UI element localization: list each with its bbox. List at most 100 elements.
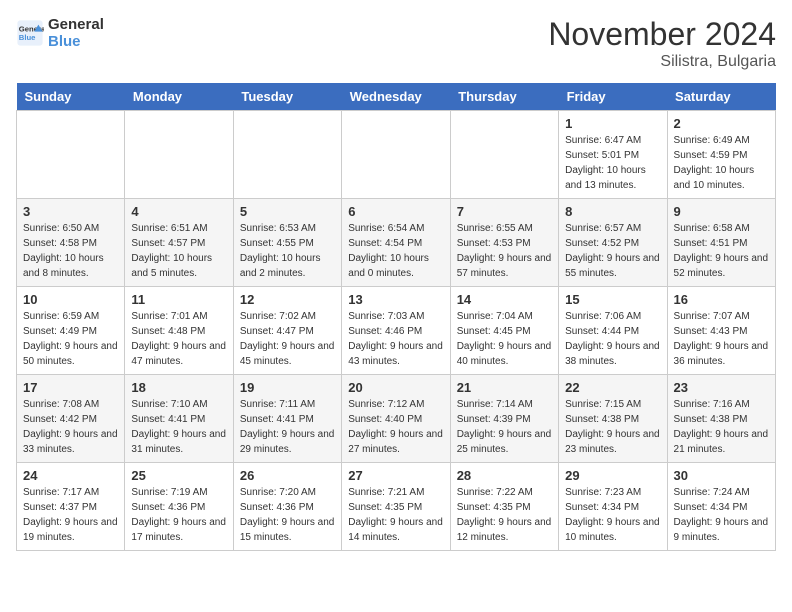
day-info: Sunrise: 6:50 AMSunset: 4:58 PMDaylight:… (23, 221, 118, 281)
day-info: Sunrise: 6:59 AMSunset: 4:49 PMDaylight:… (23, 309, 118, 369)
day-info: Sunrise: 7:22 AMSunset: 4:35 PMDaylight:… (457, 485, 552, 545)
day-number: 6 (348, 204, 443, 219)
day-info: Sunrise: 7:19 AMSunset: 4:36 PMDaylight:… (131, 485, 226, 545)
logo-text-general: General (48, 16, 104, 33)
calendar-week-2: 3Sunrise: 6:50 AMSunset: 4:58 PMDaylight… (17, 199, 776, 287)
calendar-cell: 18Sunrise: 7:10 AMSunset: 4:41 PMDayligh… (125, 375, 233, 463)
day-number: 15 (565, 292, 660, 307)
calendar-cell (342, 111, 450, 199)
day-number: 10 (23, 292, 118, 307)
day-info: Sunrise: 6:55 AMSunset: 4:53 PMDaylight:… (457, 221, 552, 281)
location-subtitle: Silistra, Bulgaria (548, 53, 776, 71)
weekday-header-monday: Monday (125, 83, 233, 111)
calendar-cell (233, 111, 341, 199)
calendar-cell: 23 Sunrise: 7:16 AMSunset: 4:38 PMDayligh… (667, 375, 775, 463)
calendar-cell: 15 Sunrise: 7:06 AMSunset: 4:44 PMDayligh… (559, 287, 667, 375)
calendar-table: SundayMondayTuesdayWednesdayThursdayFrid… (16, 83, 776, 551)
day-info: Sunrise: 7:04 AMSunset: 4:45 PMDaylight:… (457, 309, 552, 369)
calendar-cell: 17 Sunrise: 7:08 AMSunset: 4:42 PMDayligh… (17, 375, 125, 463)
calendar-cell: 20 Sunrise: 7:12 AMSunset: 4:40 PMDayligh… (342, 375, 450, 463)
calendar-cell: 5 Sunrise: 6:53 AMSunset: 4:55 PMDaylight… (233, 199, 341, 287)
calendar-cell: 8Sunrise: 6:57 AMSunset: 4:52 PMDaylight… (559, 199, 667, 287)
day-number: 1 (565, 116, 660, 131)
day-info: Sunrise: 7:17 AMSunset: 4:37 PMDaylight:… (23, 485, 118, 545)
calendar-cell: 19 Sunrise: 7:11 AMSunset: 4:41 PMDayligh… (233, 375, 341, 463)
day-number: 21 (457, 380, 552, 395)
day-info: Sunrise: 7:06 AMSunset: 4:44 PMDaylight:… (565, 309, 660, 369)
calendar-cell: 10 Sunrise: 6:59 AMSunset: 4:49 PMDayligh… (17, 287, 125, 375)
calendar-week-3: 10 Sunrise: 6:59 AMSunset: 4:49 PMDayligh… (17, 287, 776, 375)
calendar-cell: 30Sunrise: 7:24 AMSunset: 4:34 PMDayligh… (667, 463, 775, 551)
day-info: Sunrise: 7:08 AMSunset: 4:42 PMDaylight:… (23, 397, 118, 457)
day-info: Sunrise: 7:11 AMSunset: 4:41 PMDaylight:… (240, 397, 335, 457)
day-number: 16 (674, 292, 769, 307)
calendar-cell: 9Sunrise: 6:58 AMSunset: 4:51 PMDaylight… (667, 199, 775, 287)
calendar-week-5: 24 Sunrise: 7:17 AMSunset: 4:37 PMDayligh… (17, 463, 776, 551)
day-number: 17 (23, 380, 118, 395)
calendar-cell: 25 Sunrise: 7:19 AMSunset: 4:36 PMDayligh… (125, 463, 233, 551)
month-title: November 2024 (548, 16, 776, 53)
day-number: 7 (457, 204, 552, 219)
day-number: 27 (348, 468, 443, 483)
day-number: 29 (565, 468, 660, 483)
calendar-cell: 3Sunrise: 6:50 AMSunset: 4:58 PMDaylight… (17, 199, 125, 287)
logo-text-blue: Blue (48, 33, 104, 50)
day-info: Sunrise: 7:24 AMSunset: 4:34 PMDaylight:… (674, 485, 769, 545)
day-number: 24 (23, 468, 118, 483)
calendar-cell: 14 Sunrise: 7:04 AMSunset: 4:45 PMDayligh… (450, 287, 558, 375)
day-info: Sunrise: 6:54 AMSunset: 4:54 PMDaylight:… (348, 221, 443, 281)
day-number: 13 (348, 292, 443, 307)
calendar-cell: 7 Sunrise: 6:55 AMSunset: 4:53 PMDaylight… (450, 199, 558, 287)
day-number: 4 (131, 204, 226, 219)
day-info: Sunrise: 7:14 AMSunset: 4:39 PMDaylight:… (457, 397, 552, 457)
day-info: Sunrise: 7:23 AMSunset: 4:34 PMDaylight:… (565, 485, 660, 545)
day-number: 12 (240, 292, 335, 307)
page-header: General Blue General Blue November 2024 … (16, 16, 776, 71)
day-number: 8 (565, 204, 660, 219)
day-info: Sunrise: 7:01 AMSunset: 4:48 PMDaylight:… (131, 309, 226, 369)
calendar-cell: 28Sunrise: 7:22 AMSunset: 4:35 PMDayligh… (450, 463, 558, 551)
svg-text:Blue: Blue (19, 33, 36, 42)
weekday-header-tuesday: Tuesday (233, 83, 341, 111)
calendar-cell: 16 Sunrise: 7:07 AMSunset: 4:43 PMDayligh… (667, 287, 775, 375)
day-number: 26 (240, 468, 335, 483)
calendar-cell: 1 Sunrise: 6:47 AMSunset: 5:01 PMDaylight… (559, 111, 667, 199)
calendar-cell: 27 Sunrise: 7:21 AMSunset: 4:35 PMDayligh… (342, 463, 450, 551)
day-info: Sunrise: 6:51 AMSunset: 4:57 PMDaylight:… (131, 221, 226, 281)
calendar-cell (125, 111, 233, 199)
day-number: 25 (131, 468, 226, 483)
day-info: Sunrise: 6:53 AMSunset: 4:55 PMDaylight:… (240, 221, 335, 281)
title-block: November 2024 Silistra, Bulgaria (548, 16, 776, 71)
calendar-cell: 2Sunrise: 6:49 AMSunset: 4:59 PMDaylight… (667, 111, 775, 199)
day-info: Sunrise: 7:21 AMSunset: 4:35 PMDaylight:… (348, 485, 443, 545)
calendar-cell (17, 111, 125, 199)
weekday-header-thursday: Thursday (450, 83, 558, 111)
day-number: 14 (457, 292, 552, 307)
calendar-cell: 29 Sunrise: 7:23 AMSunset: 4:34 PMDayligh… (559, 463, 667, 551)
weekday-header-wednesday: Wednesday (342, 83, 450, 111)
day-info: Sunrise: 6:47 AMSunset: 5:01 PMDaylight:… (565, 133, 660, 193)
day-number: 19 (240, 380, 335, 395)
day-info: Sunrise: 6:58 AMSunset: 4:51 PMDaylight:… (674, 221, 769, 281)
calendar-cell: 24 Sunrise: 7:17 AMSunset: 4:37 PMDayligh… (17, 463, 125, 551)
calendar-cell: 22Sunrise: 7:15 AMSunset: 4:38 PMDayligh… (559, 375, 667, 463)
day-info: Sunrise: 7:10 AMSunset: 4:41 PMDaylight:… (131, 397, 226, 457)
calendar-cell: 21 Sunrise: 7:14 AMSunset: 4:39 PMDayligh… (450, 375, 558, 463)
calendar-cell: 6 Sunrise: 6:54 AMSunset: 4:54 PMDaylight… (342, 199, 450, 287)
calendar-cell: 12 Sunrise: 7:02 AMSunset: 4:47 PMDayligh… (233, 287, 341, 375)
day-number: 5 (240, 204, 335, 219)
day-info: Sunrise: 7:07 AMSunset: 4:43 PMDaylight:… (674, 309, 769, 369)
day-info: Sunrise: 7:03 AMSunset: 4:46 PMDaylight:… (348, 309, 443, 369)
calendar-cell: 11Sunrise: 7:01 AMSunset: 4:48 PMDayligh… (125, 287, 233, 375)
day-info: Sunrise: 7:02 AMSunset: 4:47 PMDaylight:… (240, 309, 335, 369)
day-number: 2 (674, 116, 769, 131)
calendar-week-4: 17 Sunrise: 7:08 AMSunset: 4:42 PMDayligh… (17, 375, 776, 463)
day-info: Sunrise: 7:20 AMSunset: 4:36 PMDaylight:… (240, 485, 335, 545)
day-number: 20 (348, 380, 443, 395)
day-info: Sunrise: 7:12 AMSunset: 4:40 PMDaylight:… (348, 397, 443, 457)
logo-icon: General Blue (16, 19, 44, 47)
day-info: Sunrise: 7:16 AMSunset: 4:38 PMDaylight:… (674, 397, 769, 457)
day-number: 23 (674, 380, 769, 395)
weekday-header-saturday: Saturday (667, 83, 775, 111)
day-number: 22 (565, 380, 660, 395)
